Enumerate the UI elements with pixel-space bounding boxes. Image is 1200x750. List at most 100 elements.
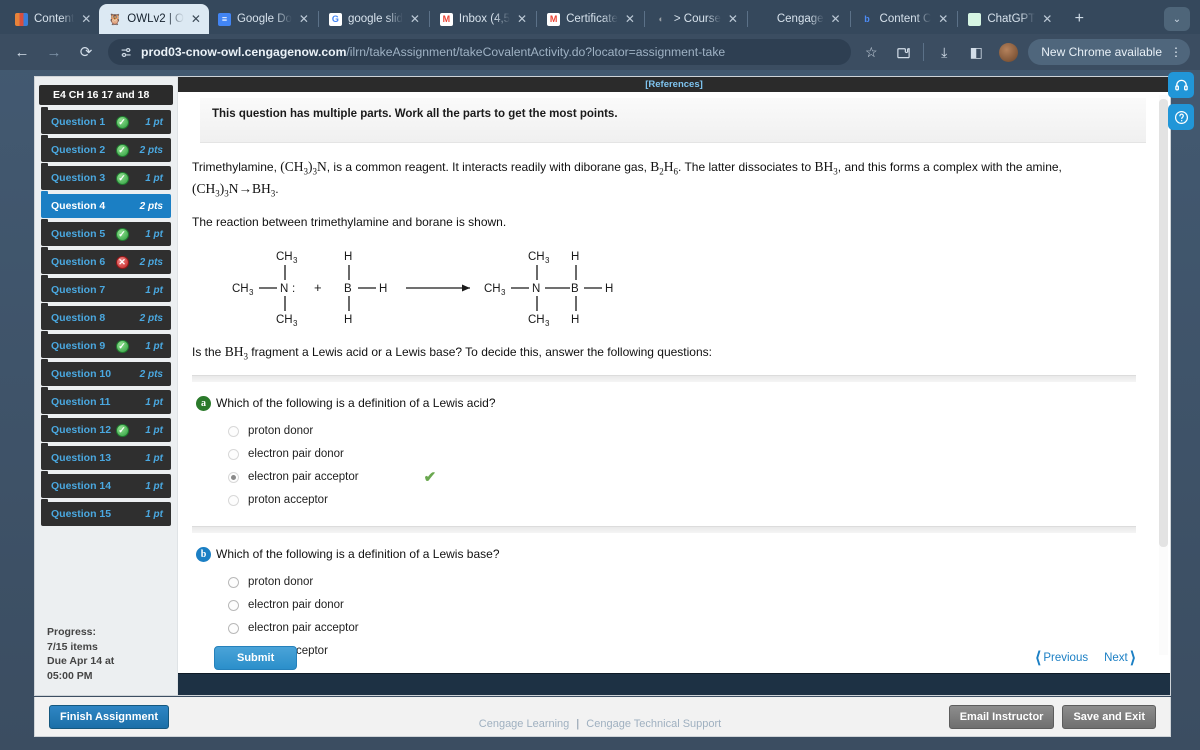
progress-label: Progress: — [47, 626, 97, 639]
address-bar[interactable]: prod03-cnow-owl.cengagenow.com/ilrn/take… — [108, 39, 852, 65]
tab-close-icon[interactable]: ✕ — [189, 12, 203, 26]
browser-tab-6[interactable]: M Certificate ✕ — [538, 4, 643, 34]
tab-close-icon[interactable]: ✕ — [936, 12, 950, 26]
forward-button[interactable]: → — [42, 40, 66, 64]
tab-close-icon[interactable]: ✕ — [297, 12, 311, 26]
url-domain: prod03-cnow-owl.cengagenow.com — [141, 45, 347, 59]
browser-tab-5[interactable]: M Inbox (4,5 ✕ — [431, 4, 535, 34]
check-icon: ✓ — [115, 423, 129, 437]
question-label: Question 11 — [51, 396, 111, 408]
tab-close-icon[interactable]: ✕ — [408, 12, 422, 26]
content-scrollbar-thumb[interactable] — [1159, 99, 1168, 547]
browser-tab-4[interactable]: Ggoogle slid ✕ — [320, 4, 428, 34]
tab-separator — [957, 11, 959, 27]
tab-close-icon[interactable]: ✕ — [726, 12, 740, 26]
part-badge-b: b — [196, 546, 211, 562]
sidebar-question-9[interactable]: Question 9 ✓ 1 pt — [41, 331, 171, 358]
question-points: 1 pt — [145, 424, 163, 436]
tab-close-icon[interactable]: ✕ — [829, 12, 843, 26]
support-button[interactable] — [1168, 72, 1194, 98]
question-label: Question 9 — [51, 340, 106, 352]
new-tab-button[interactable]: + — [1066, 6, 1092, 32]
sidebar-question-2[interactable]: Question 2 ✓ 2 pts — [41, 135, 171, 162]
option-row[interactable]: electron pair donor — [228, 594, 1170, 617]
question-actions: Submit ⟨ Previous Next ⟩ — [178, 643, 1170, 673]
sidebar-question-7[interactable]: Question 7 1 pt — [41, 275, 171, 302]
question-parts: a Which of the following is a definition … — [178, 395, 1170, 658]
intro-paragraph-2: The reaction between trimethylamine and … — [192, 215, 507, 230]
browser-menu-icon[interactable]: ⋮ — [1170, 45, 1182, 59]
profile-avatar[interactable] — [996, 40, 1020, 64]
tab-title: OWLv2 | O — [127, 13, 184, 25]
browser-tab-8[interactable]: Cengage ✕ — [749, 4, 849, 34]
radio-button[interactable] — [228, 425, 239, 437]
side-panel-icon[interactable]: ◧ — [964, 40, 988, 64]
next-button[interactable]: Next ⟩ — [1104, 648, 1136, 668]
sidebar-question-11[interactable]: Question 11 1 pt — [41, 387, 171, 414]
tab-search-button[interactable]: ⌄ — [1164, 7, 1190, 31]
reload-button[interactable]: ⟳ — [74, 40, 98, 64]
sidebar-question-15[interactable]: Question 15 1 pt — [41, 499, 171, 526]
part-badge-a: a — [196, 395, 211, 411]
option-row[interactable]: proton donor — [228, 571, 1170, 594]
submit-button[interactable]: Submit — [214, 646, 298, 670]
assignment-title: E4 CH 16 17 and 18 — [39, 85, 173, 105]
sidebar-question-6[interactable]: Question 6 ✕ 2 pts — [41, 247, 171, 274]
radio-button[interactable] — [228, 622, 239, 634]
sidebar-question-5[interactable]: Question 5 ✓ 1 pt — [41, 219, 171, 246]
sidebar-question-8[interactable]: Question 8 2 pts — [41, 303, 171, 330]
previous-button[interactable]: ⟨ Previous — [1035, 648, 1088, 668]
browser-tab-10[interactable]: ChatGPT ✕ — [959, 4, 1060, 34]
svg-text:H: H — [344, 251, 352, 263]
svg-text:N: N — [532, 283, 540, 295]
svg-text:CH: CH — [528, 251, 545, 263]
sidebar-question-3[interactable]: Question 3 ✓ 1 pt — [41, 163, 171, 190]
question-points: 2 pts — [139, 256, 163, 268]
browser-tab-7[interactable]: ◐ > Course ✕ — [646, 4, 746, 34]
radio-button[interactable] — [228, 471, 239, 483]
section-divider — [192, 374, 1136, 382]
option-row[interactable]: electron pair donor — [228, 443, 1170, 466]
sidebar-question-12[interactable]: Question 12 ✓ 1 pt — [41, 415, 171, 442]
assignment-footer: Finish Assignment Email Instructor Save … — [34, 697, 1171, 737]
download-icon[interactable]: ⤓ — [932, 40, 956, 64]
radio-button[interactable] — [228, 576, 239, 588]
tab-close-icon[interactable]: ✕ — [515, 12, 529, 26]
sidebar-question-14[interactable]: Question 14 1 pt — [41, 471, 171, 498]
toolbar-divider — [923, 43, 925, 61]
option-row[interactable]: proton donor — [228, 420, 1170, 443]
tab-separator — [428, 11, 430, 27]
radio-button[interactable] — [228, 494, 239, 506]
tab-close-icon[interactable]: ✕ — [1040, 12, 1054, 26]
part-options: proton donor electron pair donor electron … — [228, 420, 1170, 512]
bookmark-star-icon[interactable]: ☆ — [859, 40, 883, 64]
option-row[interactable]: electron pair acceptor — [228, 617, 1170, 640]
sidebar-question-4[interactable]: Question 4 2 pts — [41, 191, 171, 218]
tab-title: > Course — [673, 13, 721, 25]
option-row[interactable]: proton acceptor — [228, 489, 1170, 512]
sidebar-question-13[interactable]: Question 13 1 pt — [41, 443, 171, 470]
radio-button[interactable] — [228, 599, 239, 611]
cengage-support-link[interactable]: Cengage Technical Support — [586, 718, 721, 730]
radio-button[interactable] — [228, 448, 239, 460]
tab-close-icon[interactable]: ✕ — [623, 12, 637, 26]
cengage-learning-link[interactable]: Cengage Learning — [479, 718, 570, 730]
help-button[interactable] — [1168, 104, 1194, 130]
sidebar-question-10[interactable]: Question 10 2 pts — [41, 359, 171, 386]
back-button[interactable]: ← — [10, 40, 34, 64]
question-sidebar: E4 CH 16 17 and 18 Question 1 ✓ 1 pt Questi… — [35, 77, 178, 695]
references-link[interactable]: [References] — [645, 79, 703, 90]
tab-close-icon[interactable]: ✕ — [79, 12, 93, 26]
svg-text:+: + — [314, 280, 322, 295]
sidebar-question-1[interactable]: Question 1 ✓ 1 pt — [41, 107, 171, 134]
browser-tab-2[interactable]: 🦉 OWLv2 | O ✕ — [99, 4, 209, 34]
browser-tab-9[interactable]: b Content C ✕ — [852, 4, 957, 34]
extensions-icon[interactable] — [891, 40, 915, 64]
question-label: Question 2 — [51, 144, 106, 156]
chrome-update-button[interactable]: New Chrome available ⋮ — [1028, 39, 1190, 65]
option-label: proton donor — [248, 425, 314, 438]
option-row[interactable]: electron pair acceptor ✔ — [228, 466, 1170, 489]
svg-text:H: H — [379, 283, 387, 295]
browser-tab-1[interactable]: Content ✕ — [6, 4, 99, 34]
browser-tab-3[interactable]: ≡ Google Do ✕ — [209, 4, 317, 34]
